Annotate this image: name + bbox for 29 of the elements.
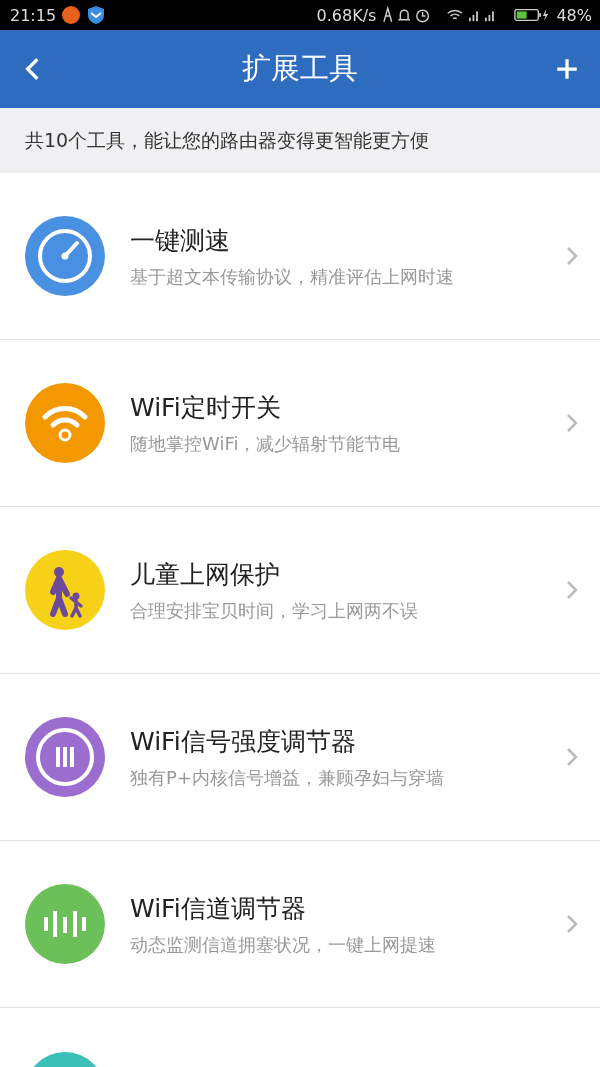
shield-icon	[86, 5, 107, 25]
battery-icon	[514, 6, 551, 24]
add-icon[interactable]	[554, 56, 580, 82]
page-title: 扩展工具	[242, 50, 358, 87]
tool-description: 随地掌控WiFi，减少辐射节能节电	[130, 431, 402, 456]
status-time: 21:15	[10, 5, 57, 25]
chevron-right-icon	[566, 580, 578, 600]
battery-percentage: 48%	[556, 5, 592, 25]
summary-text: 共10个工具，能让您的路由器变得更智能更方便	[0, 108, 600, 173]
tool-description: 合理安排宝贝时间，学习上网两不误	[130, 598, 419, 623]
tool-title: 一键测速	[130, 224, 231, 257]
tool-title: 儿童上网保护	[130, 558, 281, 591]
tool-list-item[interactable]: 一键测速 基于超文本传输协议，精准评估上网时速	[0, 173, 600, 340]
tool-list-item[interactable]: 儿童上网保护 合理安排宝贝时间，学习上网两不误	[0, 507, 600, 674]
tool-list-item[interactable]: WiFi定时开关 随地掌控WiFi，减少辐射节能节电	[0, 340, 600, 507]
tool-description: 独有P+内核信号增益，兼顾孕妇与穿墙	[130, 765, 445, 790]
chevron-right-icon	[566, 246, 578, 266]
network-speed: 0.68K/s	[316, 5, 377, 25]
tool-list-item[interactable]: WiFi信号强度调节器 独有P+内核信号增益，兼顾孕妇与穿墙	[0, 674, 600, 841]
tool-list-item[interactable]: WiFi信道调节器 动态监测信道拥塞状况，一键上网提速	[0, 841, 600, 1008]
tool-description: 动态监测信道拥塞状况，一键上网提速	[130, 932, 437, 957]
chevron-right-icon	[566, 413, 578, 433]
chevron-right-icon	[566, 914, 578, 934]
tool-title: WiFi定时开关	[130, 391, 282, 424]
tool-title: WiFi信道调节器	[130, 892, 307, 925]
chevron-right-icon	[566, 747, 578, 767]
app-notification-icon	[62, 6, 81, 24]
tool-description: 基于超文本传输协议，精准评估上网时速	[130, 264, 455, 289]
tool-title: WiFi信号强度调节器	[130, 725, 357, 758]
